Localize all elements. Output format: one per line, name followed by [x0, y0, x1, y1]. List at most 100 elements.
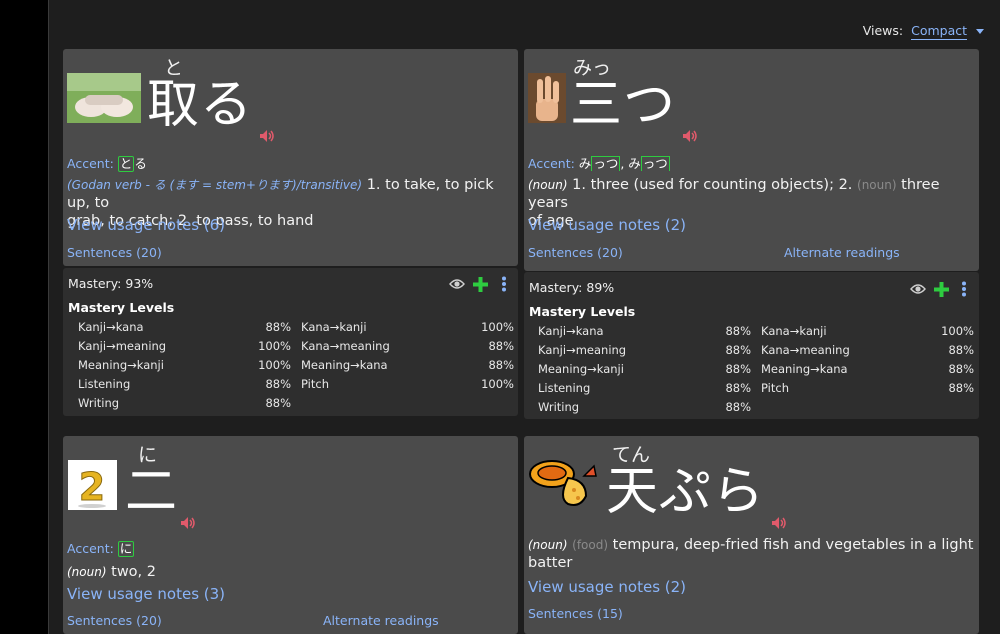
mastery-skill: Pitch — [301, 377, 329, 391]
more-menu-icon[interactable] — [961, 281, 967, 297]
vocab-word: 天ぷら — [606, 462, 766, 522]
views-dropdown[interactable]: Compact — [911, 23, 968, 40]
speaker-icon[interactable] — [771, 516, 787, 530]
mastery-skill: Writing — [78, 396, 120, 410]
sentences-link[interactable]: Sentences (20) — [67, 613, 162, 628]
mastery-value: 88% — [265, 396, 291, 410]
accent-mora: る — [134, 156, 147, 171]
mastery-skill: Pitch — [761, 381, 789, 395]
mastery-percent: Mastery: 93% — [68, 276, 154, 291]
mastery-value: 88% — [488, 358, 514, 372]
definition-text: tempura, deep-fried fish and vegetables … — [608, 537, 974, 553]
vocab-card-toru: と 取る Accent: とる (Godan verb - る (ます = st… — [63, 49, 518, 266]
mastery-value: 88% — [948, 381, 974, 395]
accent-label: Accent: — [528, 156, 575, 171]
accent-mora: っつ — [640, 156, 670, 171]
mastery-value: 100% — [258, 339, 291, 353]
definition-text: 1. three (used for counting objects); 2. — [567, 177, 853, 193]
usage-notes-link[interactable]: View usage notes (6) — [67, 216, 225, 234]
mastery-skill: Listening — [78, 377, 131, 391]
mastery-value: 88% — [488, 339, 514, 353]
tempura-icon — [529, 460, 597, 506]
vocab-word: 三つ — [570, 75, 677, 135]
chevron-down-icon[interactable] — [976, 29, 984, 34]
alternate-readings-link[interactable]: Alternate readings — [323, 613, 439, 628]
mastery-skill: Meaning→kanji — [538, 362, 624, 376]
mastery-value: 88% — [725, 343, 751, 357]
svg-text:2: 2 — [79, 465, 105, 509]
mastery-value: 88% — [948, 343, 974, 357]
mastery-skill: Listening — [538, 381, 591, 395]
vocab-word: 取る — [147, 75, 254, 135]
mastery-value: 100% — [481, 320, 514, 334]
definition: (noun) two, 2 — [67, 563, 515, 581]
number-two-icon: 2 — [68, 460, 117, 510]
mastery-skill: Kana→meaning — [761, 343, 850, 357]
mastery-skill: Kanji→kana — [538, 324, 604, 338]
sentences-link[interactable]: Sentences (20) — [67, 245, 162, 260]
mastery-value: 88% — [948, 362, 974, 376]
part-of-speech: (noun) — [528, 178, 568, 192]
usage-notes-link[interactable]: View usage notes (2) — [528, 578, 686, 596]
usage-notes-link[interactable]: View usage notes (3) — [67, 585, 225, 603]
sentences-link[interactable]: Sentences (20) — [528, 245, 623, 260]
mastery-levels-title: Mastery Levels — [68, 300, 175, 315]
mastery-value: 88% — [725, 362, 751, 376]
vocab-card-mittsu: みっ 三つ Accent: みっつ, みっつ (noun) 1. three (… — [524, 49, 979, 271]
pos-tag: (food) — [572, 538, 609, 552]
mastery-value: 88% — [725, 381, 751, 395]
mastery-skill: Kanji→kana — [78, 320, 144, 334]
speaker-icon[interactable] — [180, 516, 196, 530]
usage-notes-link[interactable]: View usage notes (2) — [528, 216, 686, 234]
views-selector: Views: Compact — [862, 23, 984, 40]
vocab-word: 二 — [125, 462, 179, 522]
accent-line: Accent: みっつ, みっつ — [528, 153, 670, 172]
accent-line: Accent: に — [67, 541, 135, 557]
part-of-speech: (noun) — [67, 565, 107, 579]
accent-mora: み — [578, 156, 592, 171]
accent-mora: に — [117, 541, 135, 557]
alternate-readings-link[interactable]: Alternate readings — [784, 245, 900, 260]
mastery-skill: Meaning→kana — [301, 358, 388, 372]
left-sidebar-strip — [0, 0, 48, 634]
accent-mora: , み — [620, 156, 641, 171]
mastery-skill: Kanji→meaning — [538, 343, 627, 357]
plus-icon[interactable] — [934, 282, 949, 297]
vocab-card-tempura: てん 天ぷら (noun) (food) tempura, deep-fried… — [524, 436, 979, 634]
accent-label: Accent: — [67, 156, 114, 171]
accent-line: Accent: とる — [67, 153, 147, 172]
accent-label: Accent: — [67, 541, 114, 556]
mastery-value: 88% — [725, 400, 751, 414]
mastery-skill: Kana→kanji — [301, 320, 367, 334]
divider — [48, 0, 49, 634]
plus-icon[interactable] — [473, 277, 488, 292]
mastery-value: 100% — [258, 358, 291, 372]
mastery-value: 100% — [481, 377, 514, 391]
mastery-skill: Meaning→kanji — [78, 358, 164, 372]
mastery-skill: Writing — [538, 400, 580, 414]
mastery-value: 88% — [265, 377, 291, 391]
speaker-icon[interactable] — [259, 129, 275, 143]
mastery-value: 88% — [725, 324, 751, 338]
definition-text: batter — [528, 555, 573, 571]
eye-icon[interactable] — [449, 278, 465, 290]
part-of-speech: (noun) — [528, 538, 568, 552]
vocab-card-ni: 2 に 二 Accent: に (noun) two, 2 View usage… — [63, 436, 518, 634]
mastery-value: 88% — [265, 320, 291, 334]
mastery-levels-title: Mastery Levels — [529, 304, 636, 319]
hands-photo-icon — [67, 73, 141, 123]
pos-tag: (noun) — [857, 178, 897, 192]
definition: (noun) (food) tempura, deep-fried fish a… — [528, 536, 976, 572]
grammar-note: (Godan verb - る (ます = stem+ります)/transiti… — [67, 178, 363, 192]
three-fingers-photo-icon — [528, 73, 566, 123]
speaker-icon[interactable] — [682, 129, 698, 143]
mastery-panel: Mastery: 93% Mastery Levels Kanji→kana 8… — [63, 268, 518, 416]
mastery-value: 100% — [941, 324, 974, 338]
views-label: Views: — [862, 23, 904, 38]
eye-icon[interactable] — [910, 283, 926, 295]
more-menu-icon[interactable] — [501, 276, 507, 292]
sentences-link[interactable]: Sentences (15) — [528, 606, 623, 621]
mastery-skill: Kana→meaning — [301, 339, 390, 353]
accent-mora: と — [117, 156, 135, 172]
mastery-skill: Kana→kanji — [761, 324, 827, 338]
